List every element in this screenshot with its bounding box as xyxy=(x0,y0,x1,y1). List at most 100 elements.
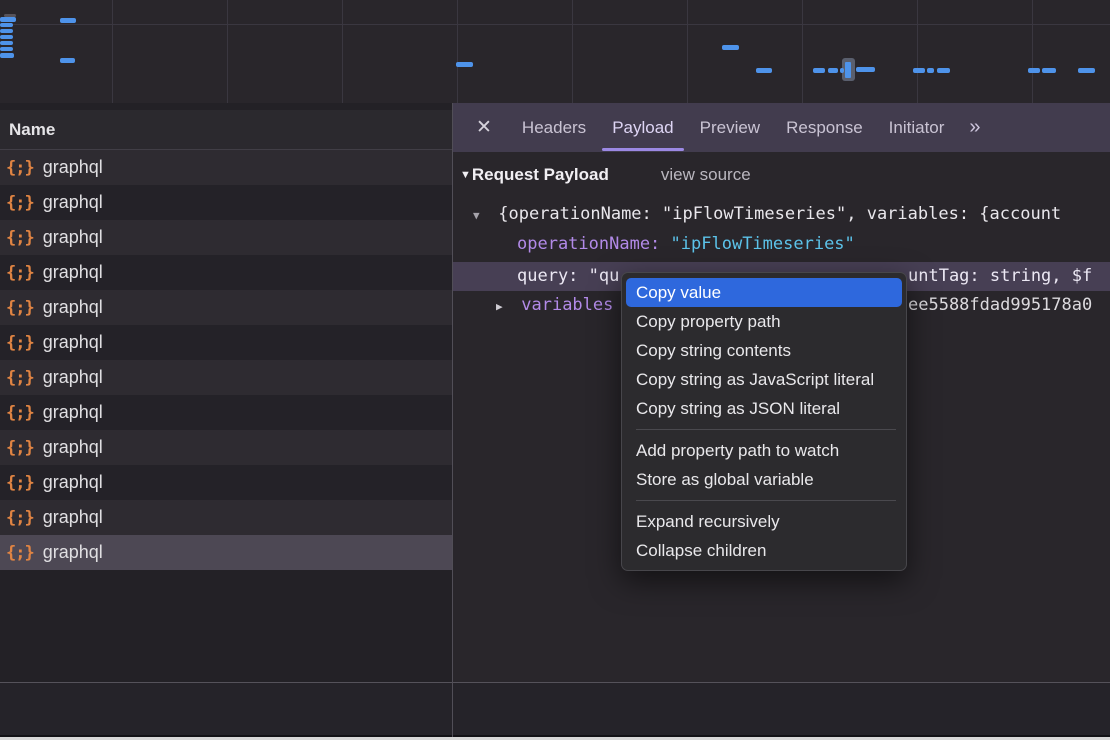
close-icon[interactable]: ✕ xyxy=(476,116,492,139)
overview-gridline xyxy=(342,0,343,103)
json-request-icon: {;} xyxy=(6,438,34,458)
column-header-label: Name xyxy=(9,120,55,140)
json-request-icon: {;} xyxy=(6,263,34,283)
menu-item-copy-value[interactable]: Copy value xyxy=(626,278,902,307)
json-request-icon: {;} xyxy=(6,298,34,318)
section-title: Request Payload xyxy=(472,165,609,185)
overview-request-bar xyxy=(937,68,950,73)
overview-gridline xyxy=(227,0,228,103)
details-tabs: HeadersPayloadPreviewResponseInitiator xyxy=(509,103,957,152)
overview-gridline xyxy=(572,0,573,103)
json-request-icon: {;} xyxy=(6,403,34,423)
payload-operationname-row[interactable]: operationName: "ipFlowTimeseries" xyxy=(453,230,1110,259)
menu-item-add-property-path-to-watch[interactable]: Add property path to watch xyxy=(626,436,902,465)
status-footer xyxy=(0,683,1110,735)
overview-request-bar xyxy=(722,45,739,50)
request-list-row[interactable]: {;} graphql xyxy=(0,500,452,535)
request-name: graphql xyxy=(43,227,103,248)
devtools-network-panel: Name {;}graphql{;}graphql{;}graphql{;}gr… xyxy=(0,0,1110,740)
menu-separator xyxy=(636,500,896,501)
menu-item-store-as-global-variable[interactable]: Store as global variable xyxy=(626,465,902,494)
json-request-icon: {;} xyxy=(6,333,34,353)
list-top-spacer xyxy=(0,103,452,110)
request-list: {;} graphql {;} graphql {;} graphql {;} graphql… xyxy=(0,150,452,570)
tab-headers[interactable]: Headers xyxy=(509,103,599,152)
request-name: graphql xyxy=(43,507,103,528)
property-key: variables xyxy=(521,295,613,315)
overview-gridline xyxy=(687,0,688,103)
tab-preview[interactable]: Preview xyxy=(687,103,773,152)
more-tabs-icon[interactable]: » xyxy=(969,116,977,139)
request-list-row[interactable]: {;}graphql xyxy=(0,395,452,430)
overview-request-bar xyxy=(0,29,13,33)
overview-selected-bar xyxy=(845,62,851,78)
request-name: graphql xyxy=(43,192,103,213)
request-list-row[interactable]: {;} graphql xyxy=(0,430,452,465)
request-list-row[interactable]: {;} graphql xyxy=(0,290,452,325)
network-overview-timeline[interactable] xyxy=(0,0,1110,103)
overview-request-bar xyxy=(60,58,75,63)
request-list-row[interactable]: {;}graphql xyxy=(0,465,452,500)
overview-request-bar xyxy=(913,68,925,73)
overview-gridline xyxy=(112,0,113,103)
tab-initiator[interactable]: Initiator xyxy=(876,103,958,152)
collapsed-triangle-icon[interactable]: ▶ xyxy=(496,292,511,320)
overview-request-bar xyxy=(813,68,825,73)
json-request-icon: {;} xyxy=(6,368,34,388)
menu-separator xyxy=(636,429,896,430)
panel-split-divider[interactable] xyxy=(452,103,453,737)
payload-root-row[interactable]: ▼ {operationName: "ipFlowTimeseries", va… xyxy=(453,200,1110,229)
request-name: graphql xyxy=(43,332,103,353)
overview-request-bar xyxy=(927,68,934,73)
menu-item-copy-string-as-json-literal[interactable]: Copy string as JSON literal xyxy=(626,394,902,423)
request-list-row[interactable]: {;}graphql xyxy=(0,360,452,395)
request-name: graphql xyxy=(43,542,103,563)
request-list-row[interactable]: {;} graphql xyxy=(0,220,452,255)
column-header-name[interactable]: Name xyxy=(0,110,452,150)
view-source-link[interactable]: view source xyxy=(661,165,751,185)
json-request-icon: {;} xyxy=(6,508,34,528)
request-list-row[interactable]: {;} graphql xyxy=(0,325,452,360)
overview-gridline xyxy=(1032,0,1033,103)
overview-horizontal-gridline xyxy=(0,24,1110,25)
overview-request-bar xyxy=(0,47,13,51)
variables-preview-right: ee5588fdad995178a0 xyxy=(908,291,1092,320)
menu-item-copy-string-contents[interactable]: Copy string contents xyxy=(626,336,902,365)
menu-item-collapse-children[interactable]: Collapse children xyxy=(626,536,902,565)
overview-request-bar xyxy=(1042,68,1056,73)
request-name: graphql xyxy=(43,262,103,283)
section-expanded-triangle-icon[interactable]: ▼ xyxy=(460,169,471,181)
overview-request-bar xyxy=(840,68,844,73)
json-request-icon: {;} xyxy=(6,473,34,493)
menu-item-copy-property-path[interactable]: Copy property path xyxy=(626,307,902,336)
query-text-left: query: "qu xyxy=(517,266,619,286)
overview-gridline xyxy=(457,0,458,103)
overview-gridline xyxy=(917,0,918,103)
request-list-row[interactable]: {;} graphql xyxy=(0,255,452,290)
overview-request-bar xyxy=(0,41,13,45)
overview-gridline xyxy=(802,0,803,103)
request-list-row[interactable]: {;}graphql xyxy=(0,185,452,220)
request-name: graphql xyxy=(43,297,103,318)
overview-request-bar xyxy=(0,23,13,27)
json-request-icon: {;} xyxy=(6,158,34,178)
request-payload-section[interactable]: ▼ Request Payload view source xyxy=(460,160,751,190)
request-list-row[interactable]: {;} graphql xyxy=(0,150,452,185)
root-object-preview: {operationName: "ipFlowTimeseries", vari… xyxy=(498,204,1061,224)
details-tab-bar: ✕ HeadersPayloadPreviewResponseInitiator… xyxy=(453,103,1110,152)
overview-request-bar xyxy=(0,35,13,39)
overview-request-bar xyxy=(1078,68,1095,73)
property-key: operationName: xyxy=(517,234,660,254)
overview-request-bar xyxy=(60,18,76,23)
overview-request-bar xyxy=(0,17,16,22)
request-list-row[interactable]: {;} graphql xyxy=(0,535,452,570)
request-name: graphql xyxy=(43,157,103,178)
request-name: graphql xyxy=(43,437,103,458)
expanded-triangle-icon[interactable]: ▼ xyxy=(473,201,488,229)
tab-payload[interactable]: Payload xyxy=(599,103,686,152)
menu-item-expand-recursively[interactable]: Expand recursively xyxy=(626,507,902,536)
tab-response[interactable]: Response xyxy=(773,103,876,152)
json-request-icon: {;} xyxy=(6,228,34,248)
json-request-icon: {;} xyxy=(6,543,34,563)
menu-item-copy-string-as-javascript-literal[interactable]: Copy string as JavaScript literal xyxy=(626,365,902,394)
